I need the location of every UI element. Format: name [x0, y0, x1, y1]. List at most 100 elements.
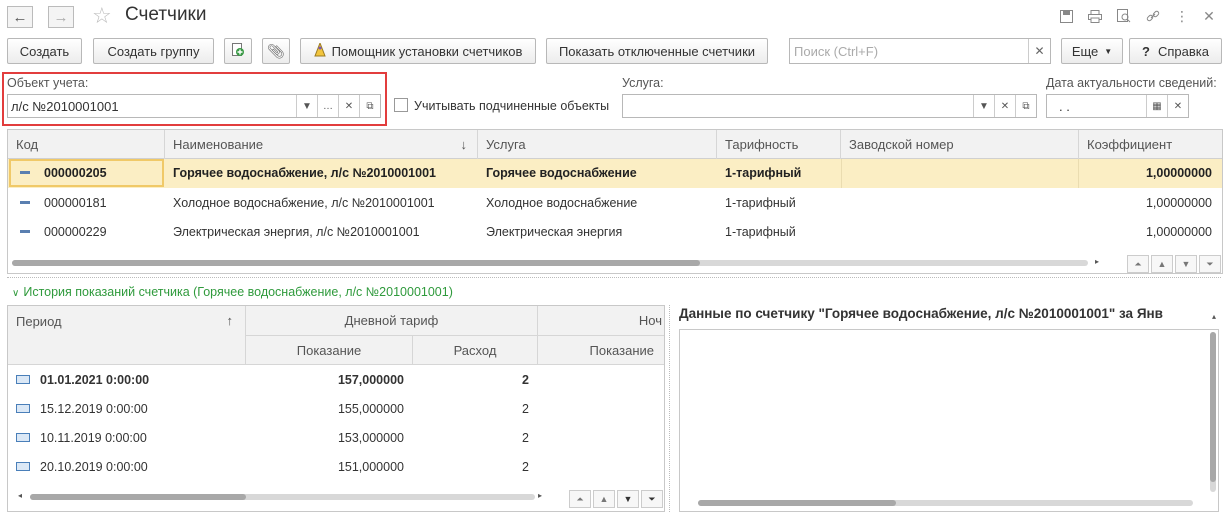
preview-icon[interactable] [1114, 6, 1134, 26]
section-divider [7, 277, 1221, 278]
cell-consumption: 2 [522, 460, 529, 474]
include-sub-checkbox[interactable] [394, 98, 408, 112]
meters-hscrollbar[interactable] [12, 260, 1088, 266]
col-consumption[interactable]: Расход [413, 336, 538, 365]
history-nav-up-button[interactable]: ▲ [593, 490, 615, 508]
cell-reading: 151,000000 [337, 460, 404, 474]
history-nav-down-button[interactable]: ▼ [617, 490, 639, 508]
close-icon[interactable]: ✕ [1199, 6, 1219, 26]
details-hscroll-thumb[interactable] [698, 500, 896, 506]
cell-tariff: 1-тарифный [725, 225, 796, 239]
attach-button[interactable]: 📎︎ [262, 38, 290, 64]
details-vscrollbar[interactable] [1210, 332, 1216, 492]
col-name[interactable]: Наименование ↓ [165, 130, 478, 159]
forward-button[interactable]: → [48, 6, 74, 28]
service-dropdown-icon[interactable]: ▼ [973, 95, 994, 117]
calendar-icon[interactable]: ▦ [1146, 95, 1167, 117]
favorite-star-icon[interactable]: ☆ [92, 3, 112, 29]
meters-table: Код Наименование ↓ Услуга Тарифность Зав… [7, 129, 1223, 274]
col-tariff[interactable]: Тарифность [717, 130, 841, 159]
details-vscroll-thumb[interactable] [1210, 332, 1216, 482]
history-row[interactable]: 20.10.2019 0:00:00 151,000000 2 [8, 453, 664, 482]
cell-service: Холодное водоснабжение [486, 196, 638, 210]
history-row[interactable]: 10.11.2019 0:00:00 153,000000 2 [8, 424, 664, 453]
col-service[interactable]: Услуга [478, 130, 717, 159]
cell-code-text: 000000205 [44, 166, 107, 180]
details-scroll-up-icon[interactable]: ▴ [1212, 312, 1216, 321]
table-row[interactable]: 000000205 Горячее водоснабжение, л/с №20… [8, 159, 1222, 188]
install-wizard-button[interactable]: Помощник установки счетчиков [300, 38, 536, 64]
scroll-left-icon[interactable]: ◂ [18, 491, 22, 500]
history-section-header[interactable]: ∨ История показаний счетчика (Горячее вод… [12, 285, 453, 299]
history-nav-last-button[interactable]: ⏷ [641, 490, 663, 508]
col-code[interactable]: Код [8, 130, 165, 159]
history-row[interactable]: 01.01.2021 0:00:00 157,000000 2 [8, 366, 664, 395]
nav-up-button[interactable]: ▲ [1151, 255, 1173, 273]
object-clear-icon[interactable]: ✕ [338, 95, 359, 117]
service-clear-icon[interactable]: ✕ [994, 95, 1015, 117]
date-label: Дата актуальности сведений: [1046, 76, 1217, 90]
history-table: Период ↑ Дневной тариф Ноч Показание Рас… [7, 305, 665, 512]
table-row[interactable]: 000000229 Электрическая энергия, л/с №20… [8, 218, 1222, 247]
forward-arrow-icon: → [53, 8, 69, 26]
history-hscrollbar[interactable] [30, 494, 535, 500]
object-open-icon[interactable]: ⧉ [359, 95, 380, 117]
add-copy-button[interactable] [224, 38, 252, 64]
more-vert-icon[interactable]: ⋮ [1172, 6, 1192, 26]
col-name-label: Наименование [173, 137, 264, 152]
service-open-icon[interactable]: ⧉ [1015, 95, 1036, 117]
object-select-icon[interactable]: … [317, 95, 338, 117]
cell-code: 000000181 [8, 189, 165, 218]
details-hscrollbar[interactable] [698, 500, 1193, 506]
details-panel[interactable] [679, 329, 1219, 512]
col-day-tariff: Дневной тариф [246, 306, 538, 336]
help-label: Справка [1157, 43, 1209, 59]
date-field[interactable]: . . ▦ ✕ [1046, 94, 1189, 118]
history-nav-first-button[interactable]: ⏶ [569, 490, 591, 508]
history-row[interactable]: 15.12.2019 0:00:00 155,000000 2 [8, 395, 664, 424]
object-dropdown-icon[interactable]: ▼ [296, 95, 317, 117]
date-clear-icon[interactable]: ✕ [1167, 95, 1188, 117]
meter-item-icon [20, 230, 30, 234]
cell-consumption: 2 [522, 431, 529, 445]
print-icon[interactable] [1085, 6, 1105, 26]
search-field[interactable]: Поиск (Ctrl+F) ✕ [789, 38, 1051, 64]
link-icon[interactable] [1143, 6, 1163, 26]
clear-search-icon[interactable]: ✕ [1028, 39, 1050, 63]
cell-serial [841, 218, 1079, 247]
table-row[interactable]: 000000181 Холодное водоснабжение, л/с №2… [8, 189, 1222, 218]
show-disabled-button[interactable]: Показать отключенные счетчики [546, 38, 768, 64]
create-group-button[interactable]: Создать группу [93, 38, 214, 64]
cell-code: 000000205 [8, 159, 165, 188]
details-title: Данные по счетчику "Горячее водоснабжени… [679, 306, 1163, 321]
service-field[interactable]: ▼ ✕ ⧉ [622, 94, 1037, 118]
meters-hscroll-thumb[interactable] [12, 260, 700, 266]
history-hscroll-thumb[interactable] [30, 494, 246, 500]
wizard-icon [313, 41, 326, 60]
col-reading-night[interactable]: Показание [538, 336, 664, 365]
col-period[interactable]: Период ↑ [8, 306, 246, 365]
col-serial[interactable]: Заводской номер [841, 130, 1079, 159]
save-icon[interactable] [1056, 6, 1076, 26]
cell-reading: 153,000000 [337, 431, 404, 445]
object-field[interactable]: л/с №2010001001 ▼ … ✕ ⧉ [7, 94, 381, 118]
history-title: История показаний счетчика (Горячее водо… [23, 285, 453, 299]
cell-period-text: 20.10.2019 0:00:00 [40, 460, 148, 474]
help-button[interactable]: ? Справка [1129, 38, 1222, 64]
back-button[interactable]: ← [7, 6, 33, 28]
col-coef[interactable]: Коэффициент [1079, 130, 1222, 159]
help-icon: ? [1142, 43, 1150, 59]
nav-first-button[interactable]: ⏶ [1127, 255, 1149, 273]
create-button[interactable]: Создать [7, 38, 82, 64]
nav-down-button[interactable]: ▼ [1175, 255, 1197, 273]
scroll-right-icon[interactable]: ▸ [538, 491, 542, 500]
cell-reading: 157,000000 [337, 373, 404, 387]
scroll-right-icon[interactable]: ▸ [1095, 257, 1099, 266]
col-reading[interactable]: Показание [246, 336, 413, 365]
panel-splitter[interactable] [669, 305, 670, 512]
cell-code: 000000229 [8, 218, 165, 247]
reading-record-icon [16, 433, 30, 443]
meters-table-header: Код Наименование ↓ Услуга Тарифность Зав… [8, 130, 1222, 159]
more-button[interactable]: Еще ▼ [1061, 38, 1123, 64]
nav-last-button[interactable]: ⏷ [1199, 255, 1221, 273]
